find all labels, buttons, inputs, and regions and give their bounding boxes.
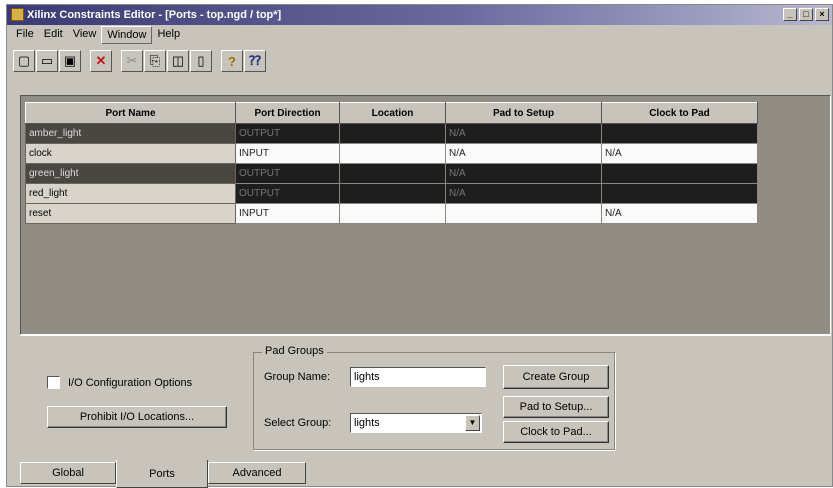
location-cell[interactable] <box>339 143 446 164</box>
pad-groups-box: Pad Groups Group Name: lights Select Gro… <box>253 345 615 450</box>
tab-ports[interactable]: Ports <box>116 460 208 488</box>
chevron-down-icon[interactable]: ▼ <box>465 415 480 431</box>
delete-icon[interactable]: ✕ <box>90 50 112 72</box>
group-name-label: Group Name: <box>264 371 331 383</box>
port-direction-cell: OUTPUT <box>235 123 340 144</box>
minimize-button[interactable]: _ <box>783 8 797 21</box>
location-cell[interactable] <box>339 163 446 184</box>
menu-edit[interactable]: Edit <box>39 26 68 44</box>
pad-to-setup-cell[interactable]: N/A <box>445 143 602 164</box>
tab-global[interactable]: Global <box>20 462 116 484</box>
column-clock-to-pad[interactable]: Clock to Pad <box>601 102 758 124</box>
pad-to-setup-cell[interactable]: N/A <box>445 163 602 184</box>
select-group-dropdown[interactable]: lights ▼ <box>350 413 482 433</box>
new-icon[interactable]: ▢ <box>13 50 35 72</box>
context-help-icon[interactable]: ⁇ <box>244 50 266 72</box>
io-config-checkbox[interactable] <box>47 376 60 389</box>
column-port-name[interactable]: Port Name <box>25 102 236 124</box>
table-row[interactable]: red_light OUTPUT N/A <box>25 183 758 204</box>
toolbar: ▢ ▭ ▣ ✕ ✂ ⎘ ◫ ▯ ? ⁇ <box>13 47 267 75</box>
menu-view[interactable]: View <box>68 26 102 44</box>
port-direction-cell: OUTPUT <box>235 183 340 204</box>
close-button[interactable]: × <box>815 8 829 21</box>
app-icon <box>11 8 24 21</box>
table-row[interactable]: green_light OUTPUT N/A <box>25 163 758 184</box>
ports-grid-area: Port Name Port Direction Location Pad to… <box>20 95 831 335</box>
location-cell[interactable] <box>339 183 446 204</box>
pad-groups-title: Pad Groups <box>262 345 327 357</box>
property-icon[interactable]: ▯ <box>190 50 212 72</box>
title-bar: Xilinx Constraints Editor - [Ports - top… <box>7 5 832 25</box>
clock-to-pad-cell[interactable] <box>601 183 758 204</box>
port-name-cell[interactable]: red_light <box>25 183 236 204</box>
ports-table: Port Name Port Direction Location Pad to… <box>25 102 758 224</box>
select-group-label: Select Group: <box>264 417 332 429</box>
save-icon[interactable]: ▣ <box>59 50 81 72</box>
port-name-cell[interactable]: green_light <box>25 163 236 184</box>
clock-to-pad-cell[interactable] <box>601 163 758 184</box>
clock-to-pad-cell[interactable]: N/A <box>601 203 758 224</box>
column-pad-to-setup[interactable]: Pad to Setup <box>445 102 602 124</box>
port-name-cell[interactable]: clock <box>25 143 236 164</box>
window-title: Xilinx Constraints Editor - [Ports - top… <box>27 9 282 21</box>
menu-bar: File Edit View Window Help <box>7 26 832 44</box>
column-location[interactable]: Location <box>339 102 446 124</box>
create-group-button[interactable]: Create Group <box>503 365 609 389</box>
table-row[interactable]: reset INPUT N/A <box>25 203 758 224</box>
menu-help[interactable]: Help <box>152 26 185 44</box>
column-port-direction[interactable]: Port Direction <box>235 102 340 124</box>
tab-strip: Global Ports Advanced <box>20 460 306 488</box>
io-config-label: I/O Configuration Options <box>68 376 193 389</box>
clock-to-pad-cell[interactable]: N/A <box>601 143 758 164</box>
clock-to-pad-cell[interactable] <box>601 123 758 144</box>
io-config-checkbox-row[interactable]: I/O Configuration Options <box>47 376 192 389</box>
select-group-value: lights <box>354 417 380 429</box>
port-direction-cell: INPUT <box>235 143 340 164</box>
prohibit-io-locations-button[interactable]: Prohibit I/O Locations... <box>47 406 227 428</box>
pad-to-setup-button[interactable]: Pad to Setup... <box>503 396 609 418</box>
clock-to-pad-button[interactable]: Clock to Pad... <box>503 421 609 443</box>
options-panel: I/O Configuration Options Prohibit I/O L… <box>20 335 831 460</box>
port-direction-cell: OUTPUT <box>235 163 340 184</box>
table-row[interactable]: amber_light OUTPUT N/A <box>25 123 758 144</box>
pad-to-setup-cell[interactable]: N/A <box>445 183 602 204</box>
port-direction-cell: INPUT <box>235 203 340 224</box>
group-name-input[interactable]: lights <box>350 367 486 387</box>
location-cell[interactable] <box>339 203 446 224</box>
paste-icon[interactable]: ◫ <box>167 50 189 72</box>
open-icon[interactable]: ▭ <box>36 50 58 72</box>
tab-advanced[interactable]: Advanced <box>208 462 306 484</box>
menu-file[interactable]: File <box>11 26 39 44</box>
maximize-button[interactable]: □ <box>799 8 813 21</box>
cut-icon[interactable]: ✂ <box>121 50 143 72</box>
copy-icon[interactable]: ⎘ <box>144 50 166 72</box>
constraints-editor-window: Xilinx Constraints Editor - [Ports - top… <box>6 4 833 488</box>
pad-to-setup-cell[interactable] <box>445 203 602 224</box>
port-name-cell[interactable]: reset <box>25 203 236 224</box>
location-cell[interactable] <box>339 123 446 144</box>
port-name-cell[interactable]: amber_light <box>25 123 236 144</box>
help-icon[interactable]: ? <box>221 50 243 72</box>
pad-to-setup-cell[interactable]: N/A <box>445 123 602 144</box>
menu-window[interactable]: Window <box>101 26 153 44</box>
table-row[interactable]: clock INPUT N/A N/A <box>25 143 758 164</box>
